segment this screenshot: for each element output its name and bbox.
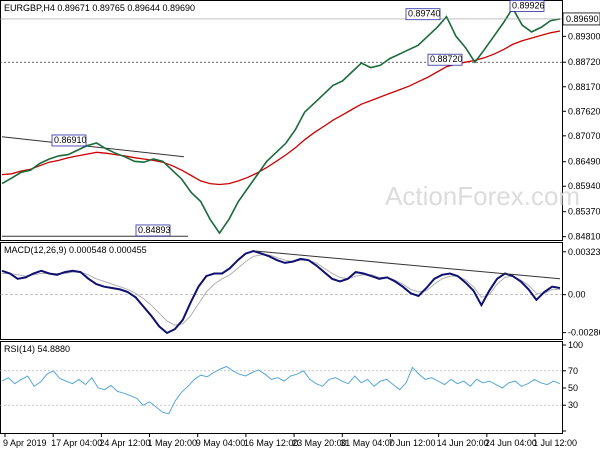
price-level-label: 0.88720: [430, 54, 463, 64]
x-tick-label: 31 May 04:00: [340, 438, 395, 448]
x-tick-label: 14 Jun 20:00: [437, 438, 489, 448]
macd-y-axis: 0.003239 0.00 -0.002868: [562, 247, 600, 338]
rsi-y-tick-label: 50: [568, 383, 578, 393]
rsi-y-tick-label: 70: [568, 366, 578, 376]
price-y-tick-label: 0.84810: [568, 232, 600, 242]
watermark: ActionForex.com: [385, 181, 580, 211]
rsi-y-tick-label: 30: [568, 400, 578, 410]
rsi-y-tick-label: 100: [568, 340, 583, 350]
x-tick-label: 24 Jun 04:00: [485, 438, 537, 448]
price-y-tick-label: 0.87620: [568, 106, 600, 116]
macd-series-group: [0, 249, 562, 335]
x-tick-label: 17 Apr 04:00: [51, 438, 102, 448]
price-y-tick-label: 0.85370: [568, 207, 600, 217]
x-tick-label: 23 May 20:00: [292, 438, 347, 448]
x-tick-label: 9 Apr 2019: [3, 438, 47, 448]
macd-y-tick-label: 0.003239: [568, 247, 600, 257]
macd-panel: MACD(12,26,9) 0.000548 0.000455 0.003239…: [0, 242, 600, 340]
macd-signal-line: [2, 254, 560, 326]
macd-y-tick-label: -0.002868: [568, 328, 600, 338]
x-tick-label: 7 Jun 12:00: [388, 438, 435, 448]
x-tick-label: 24 Apr 12:00: [99, 438, 150, 448]
rsi-series-group: [0, 365, 562, 415]
trend-line: [1, 136, 185, 158]
price-y-tick-label: 0.87070: [568, 131, 600, 141]
price-y-tick-label: 0.88720: [568, 57, 600, 67]
macd-trend-line: [254, 250, 561, 280]
x-tick-label: 1 May 20:00: [148, 438, 198, 448]
rsi-header: RSI(14) 54.8880: [4, 344, 70, 354]
macd-y-tick-label: 0.00: [568, 290, 586, 300]
macd-header: MACD(12,26,9) 0.000548 0.000455: [4, 245, 147, 255]
price-header: EURGBP,H4 0.89671 0.89765 0.89644 0.8969…: [4, 3, 195, 13]
x-tick-label: 16 May 12:00: [244, 438, 299, 448]
chart-root: ActionForex.com EURGBP,H4 0.89671 0.8976…: [0, 0, 600, 450]
price-y-tick-label: 0.88170: [568, 82, 600, 92]
rsi-line: [1, 365, 561, 415]
price-level-label: 0.89926: [512, 0, 545, 10]
chart-svg: ActionForex.com EURGBP,H4 0.89671 0.8976…: [0, 0, 600, 448]
price-level-label: 0.86910: [54, 135, 87, 145]
price-level-label: 0.89740: [408, 9, 441, 19]
price-y-tick-label: 0.86490: [568, 157, 600, 167]
price-y-tick-label: 0.89300: [568, 31, 600, 41]
current-price-label: 0.89690: [566, 14, 599, 24]
price-ma-line: [1, 30, 561, 186]
rsi-y-axis: 100 70 50 30: [562, 340, 583, 432]
rsi-panel: RSI(14) 54.8880 100 70 50 30: [0, 340, 583, 434]
x-tick-label: 9 May 04:00: [196, 438, 246, 448]
price-level-label: 0.84893: [138, 225, 171, 235]
price-y-tick-label: 0.85940: [568, 181, 600, 191]
x-axis: 9 Apr 2019 17 Apr 04:0024 Apr 12:001 May …: [3, 433, 577, 448]
macd-panel-border: [0, 242, 563, 340]
price-panel: ActionForex.com EURGBP,H4 0.89671 0.8976…: [0, 0, 600, 242]
price-y-axis: 0.896700.893000.887200.881700.876200.870…: [562, 15, 600, 242]
x-tick-label: 1 Jul 12:00: [533, 438, 577, 448]
macd-line: [1, 249, 561, 335]
rsi-panel-border: [0, 341, 563, 434]
